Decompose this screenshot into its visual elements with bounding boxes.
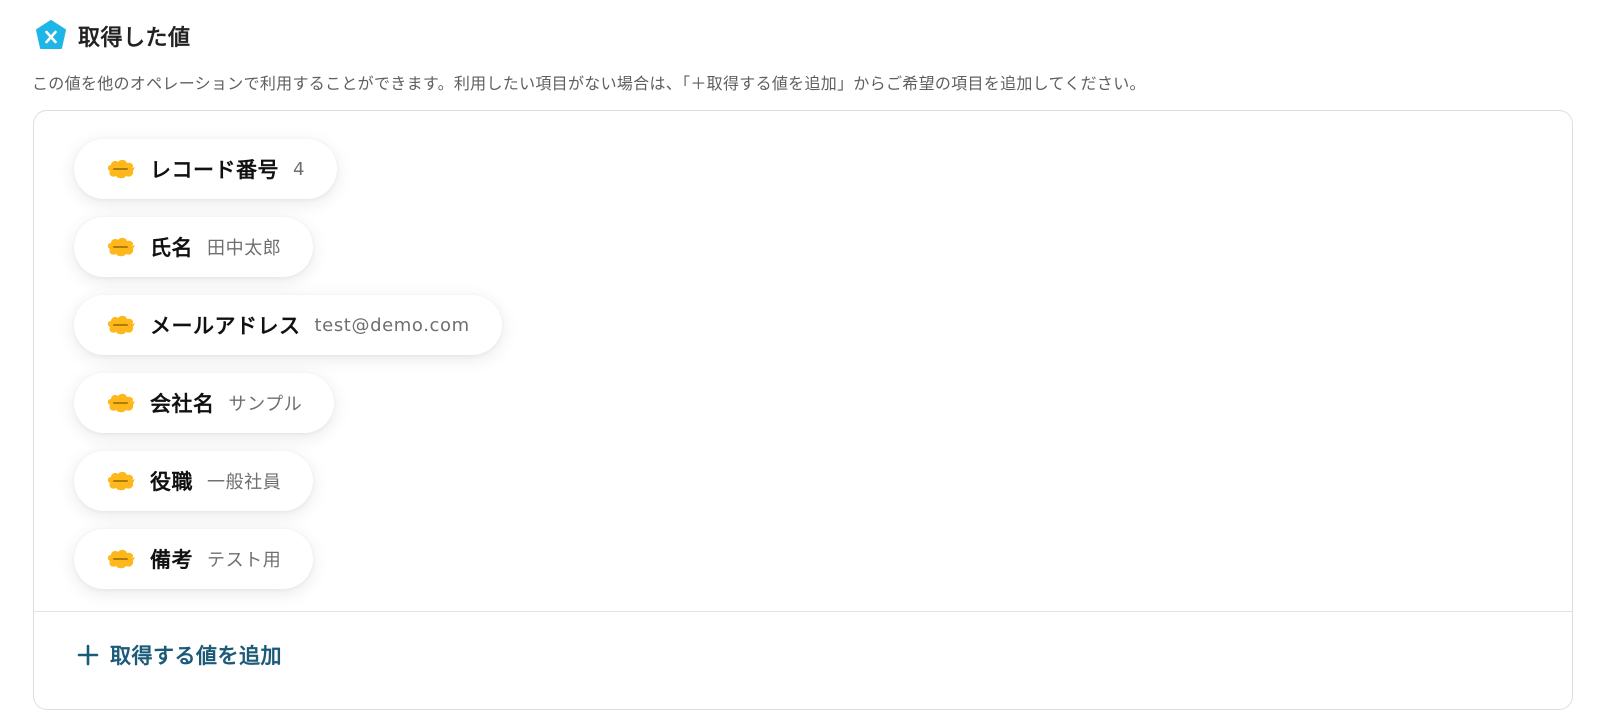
value-chip-label: 会社名 bbox=[150, 392, 215, 416]
value-chip-label: 備考 bbox=[150, 548, 193, 572]
value-chip-email[interactable]: メールアドレス test@demo.com bbox=[74, 295, 502, 355]
add-value-button[interactable]: 取得する値を追加 bbox=[76, 633, 282, 677]
value-chip-value: テスト用 bbox=[207, 550, 282, 571]
value-chip-notes[interactable]: 備考 テスト用 bbox=[74, 529, 314, 589]
value-chip-value: test@demo.com bbox=[314, 314, 470, 336]
panel-divider bbox=[34, 611, 1572, 612]
fetched-values-panel: レコード番号 4 氏名 田中太郎 メールアドレス test@demo.com 会… bbox=[33, 110, 1573, 710]
kintone-icon bbox=[107, 315, 135, 335]
yoom-x-hexagon-icon bbox=[36, 20, 66, 49]
value-chip-value: 4 bbox=[293, 158, 306, 180]
kintone-icon bbox=[107, 237, 135, 257]
value-chip-position[interactable]: 役職 一般社員 bbox=[74, 451, 314, 511]
value-chip-label: 役職 bbox=[150, 470, 193, 494]
value-chip-value: 一般社員 bbox=[207, 472, 282, 493]
value-chip-record-number[interactable]: レコード番号 4 bbox=[74, 139, 338, 199]
section-title: 取得した値 bbox=[78, 26, 191, 51]
kintone-icon bbox=[107, 159, 135, 179]
add-value-button-label: 取得する値を追加 bbox=[110, 644, 282, 668]
value-chip-label: レコード番号 bbox=[150, 158, 279, 182]
value-chip-company[interactable]: 会社名 サンプル bbox=[74, 373, 335, 433]
kintone-icon bbox=[107, 471, 135, 491]
kintone-icon bbox=[107, 549, 135, 569]
value-chip-value: サンプル bbox=[228, 394, 303, 415]
value-chip-label: メールアドレス bbox=[150, 314, 301, 338]
section-header: 取得した値 bbox=[34, 18, 191, 54]
plus-icon bbox=[77, 644, 99, 666]
value-chip-value: 田中太郎 bbox=[207, 238, 282, 259]
section-description: この値を他のオペレーションで利用することができます。利用したい項目がない場合は、… bbox=[32, 74, 1146, 93]
value-chip-full-name[interactable]: 氏名 田中太郎 bbox=[74, 217, 314, 277]
value-list: レコード番号 4 氏名 田中太郎 メールアドレス test@demo.com 会… bbox=[74, 139, 502, 607]
value-chip-label: 氏名 bbox=[150, 236, 193, 260]
kintone-icon bbox=[107, 393, 135, 413]
